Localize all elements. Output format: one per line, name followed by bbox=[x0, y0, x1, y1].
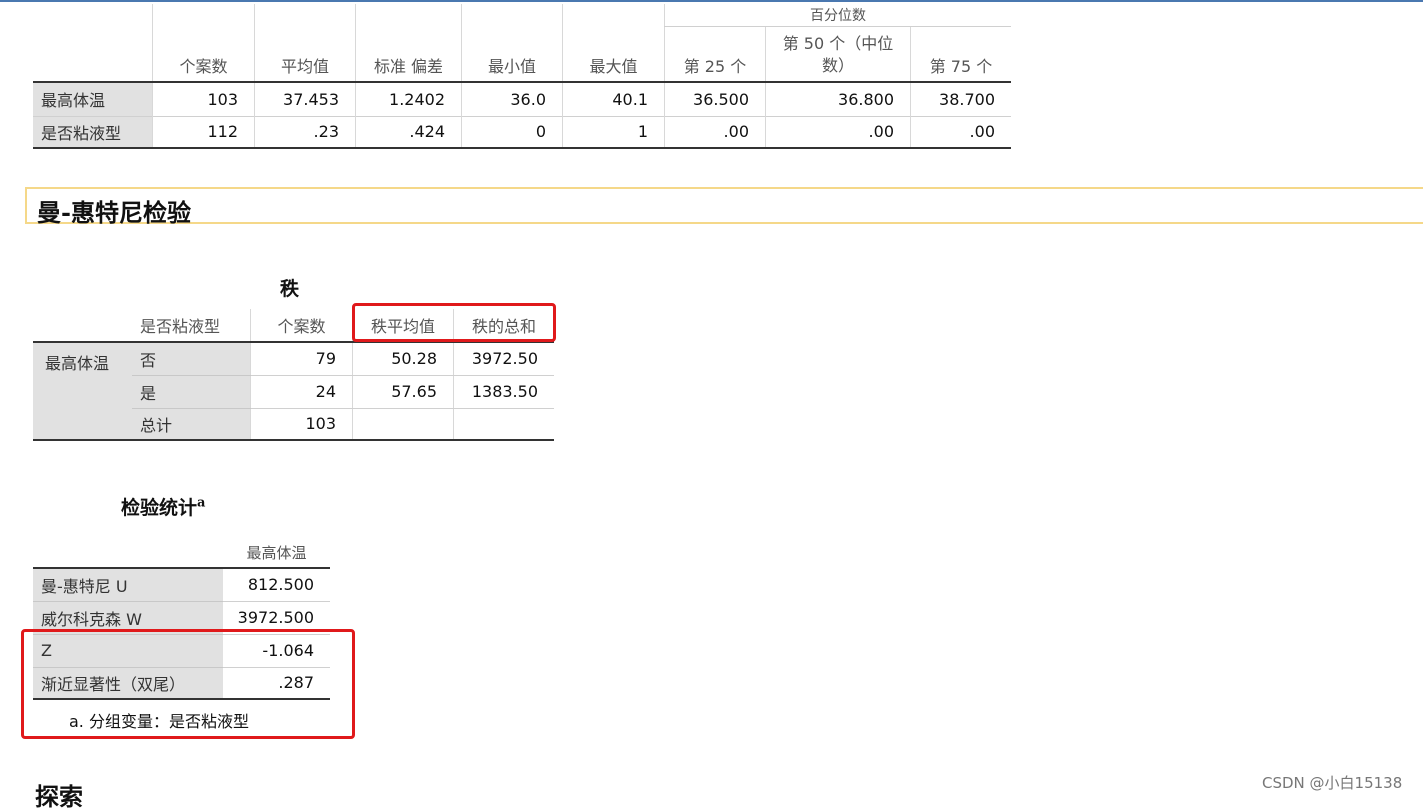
table-cell: 38.700 bbox=[910, 81, 1011, 116]
group-label: 总计 bbox=[132, 408, 251, 441]
col-header-std: 标准 偏差 bbox=[355, 26, 462, 82]
row-label: 是否粘液型 bbox=[33, 115, 153, 149]
test-stats-title-text: 检验统计 bbox=[121, 497, 198, 519]
table-cell: 3972.50 bbox=[453, 341, 554, 376]
table-cell: 103 bbox=[152, 81, 255, 116]
section-title: 曼-惠特尼检验 bbox=[37, 198, 191, 227]
table-cell: 79 bbox=[250, 341, 353, 376]
table-row: 最高体温 否 79 50.28 3972.50 bbox=[33, 341, 554, 441]
table-row: 是否粘液型 112 .23 .424 0 1 .00 .00 .00 bbox=[33, 115, 1011, 149]
table-cell bbox=[453, 408, 554, 441]
table-cell: .00 bbox=[765, 115, 911, 149]
table-cell: 103 bbox=[250, 408, 353, 441]
table-cell: 1.2402 bbox=[355, 81, 462, 116]
col-header-variable: 最高体温 bbox=[246, 544, 307, 562]
col-header-p75: 第 75 个 bbox=[910, 26, 1011, 82]
table-cell: 50.28 bbox=[352, 341, 454, 376]
table-cell: 0 bbox=[461, 115, 563, 149]
test-stats-title: 检验统计a bbox=[121, 493, 205, 520]
col-header-n: 个案数 bbox=[250, 309, 353, 342]
table-cell: 40.1 bbox=[562, 81, 665, 116]
col-header-group: 是否粘液型 bbox=[140, 317, 221, 336]
section-header-mann-whitney[interactable]: 曼-惠特尼检验 bbox=[25, 187, 1423, 227]
table-cell: .23 bbox=[254, 115, 356, 149]
table-cell: 37.453 bbox=[254, 81, 356, 116]
percentile-group-header: 百分位数 bbox=[664, 4, 1011, 27]
table-row: 最高体温 103 37.453 1.2402 36.0 40.1 36.500 … bbox=[33, 81, 1011, 116]
row-label: 最高体温 bbox=[33, 341, 132, 441]
table-cell: 36.0 bbox=[461, 81, 563, 116]
highlight-box-z-significance bbox=[21, 629, 355, 739]
ranks-table-title: 秩 bbox=[280, 278, 300, 300]
table-cell: 36.800 bbox=[765, 81, 911, 116]
highlight-box-rank-headers bbox=[352, 303, 556, 342]
row-label: 曼-惠特尼 U bbox=[33, 567, 223, 602]
table-row: 曼-惠特尼 U 812.500 bbox=[33, 567, 330, 602]
descriptives-table: 百分位数 个案数 平均值 标准 偏差 最小值 最大值 第 25 个 第 50 个… bbox=[33, 4, 1011, 149]
window-top-border bbox=[0, 0, 1423, 2]
table-cell: 112 bbox=[152, 115, 255, 149]
row-label: 最高体温 bbox=[33, 81, 153, 116]
table-cell: 24 bbox=[250, 375, 353, 409]
group-label: 否 bbox=[132, 341, 251, 376]
col-header-n: 个案数 bbox=[152, 26, 255, 82]
table-cell: .00 bbox=[910, 115, 1011, 149]
table-cell: .424 bbox=[355, 115, 462, 149]
table-cell bbox=[352, 408, 454, 441]
watermark: CSDN @小白15138 bbox=[1262, 774, 1403, 792]
col-header-p50: 第 50 个（中位数） bbox=[765, 26, 911, 82]
table-cell: 812.500 bbox=[223, 567, 330, 602]
group-label: 是 bbox=[132, 375, 251, 409]
table-cell: 36.500 bbox=[664, 81, 766, 116]
col-header-p25: 第 25 个 bbox=[664, 26, 766, 82]
table-cell: .00 bbox=[664, 115, 766, 149]
next-section-title: 探索 bbox=[35, 782, 83, 811]
table-cell: 1 bbox=[562, 115, 665, 149]
table-cell: 57.65 bbox=[352, 375, 454, 409]
col-header-min: 最小值 bbox=[461, 26, 563, 82]
col-header-max: 最大值 bbox=[562, 26, 665, 82]
col-header-mean: 平均值 bbox=[254, 26, 356, 82]
test-stats-title-footnote-mark: a bbox=[197, 495, 206, 511]
table-cell: 1383.50 bbox=[453, 375, 554, 409]
